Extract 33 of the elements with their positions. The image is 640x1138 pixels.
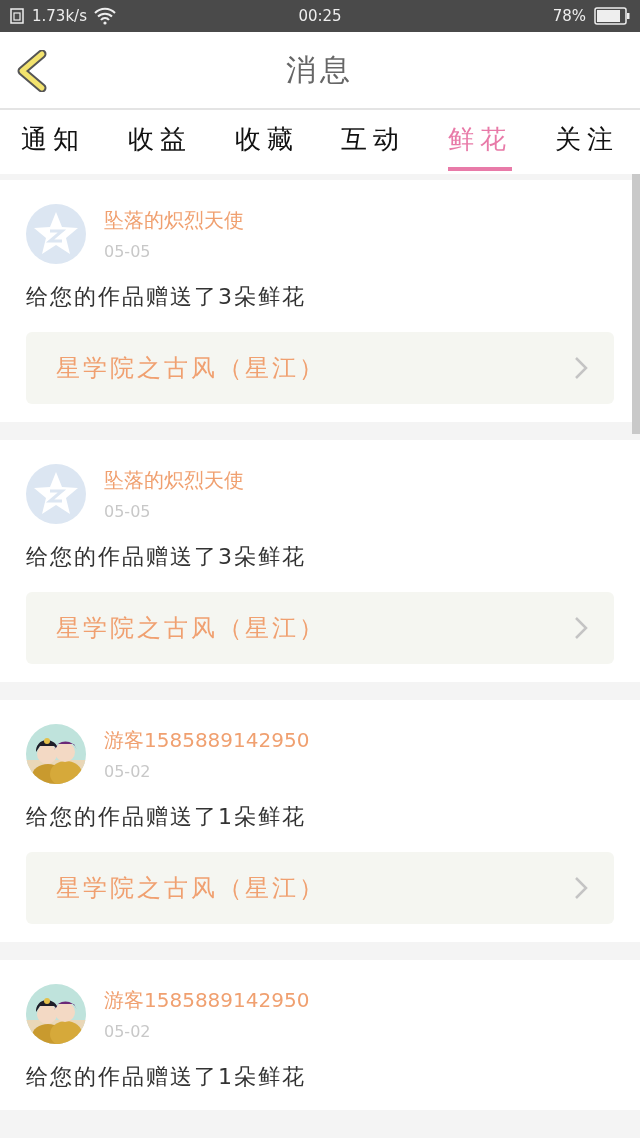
message-text: 给您的作品赠送了3朵鲜花 [26, 543, 307, 571]
tab[interactable]: 关注 [554, 113, 619, 171]
chevron-right-icon [574, 616, 588, 640]
sender-name[interactable]: 游客1585889142950 [104, 727, 310, 754]
work-link[interactable]: 星学院之古风（星江） [26, 332, 614, 404]
chevron-right-icon [574, 356, 588, 380]
work-title: 星学院之古风（星江） [56, 873, 326, 904]
tab[interactable]: 收益 [128, 113, 192, 171]
default-avatar-icon [26, 204, 86, 264]
battery-percent: 78% [552, 7, 586, 25]
work-title: 星学院之古风（星江） [56, 613, 326, 644]
chevron-right-icon [574, 876, 588, 900]
work-link[interactable]: 星学院之古风（星江） [26, 852, 614, 924]
page-title: 消息 [286, 50, 354, 89]
sender-name[interactable]: 坠落的炽烈天使 [104, 467, 244, 494]
message-text: 给您的作品赠送了1朵鲜花 [26, 803, 307, 831]
work-title: 星学院之古风（星江） [56, 353, 326, 384]
wifi-icon [92, 7, 117, 25]
sim-card-icon [10, 8, 26, 24]
tab[interactable]: 收藏 [234, 113, 299, 171]
network-speed: 1.73k/s [32, 7, 87, 25]
scrollbar[interactable] [632, 174, 640, 434]
message-text: 给您的作品赠送了3朵鲜花 [26, 283, 307, 311]
default-avatar-icon [26, 464, 86, 524]
sender-name[interactable]: 坠落的炽烈天使 [104, 207, 244, 234]
tab[interactable]: 通知 [21, 113, 86, 171]
clock: 00:25 [298, 7, 342, 25]
tab[interactable]: 互动 [341, 113, 406, 171]
battery-icon [594, 7, 630, 25]
work-link[interactable]: 星学院之古风（星江） [26, 592, 614, 664]
message-text: 给您的作品赠送了1朵鲜花 [26, 1063, 307, 1091]
sender-name[interactable]: 游客1585889142950 [104, 987, 310, 1014]
tab[interactable]: 鲜花 [447, 113, 512, 171]
